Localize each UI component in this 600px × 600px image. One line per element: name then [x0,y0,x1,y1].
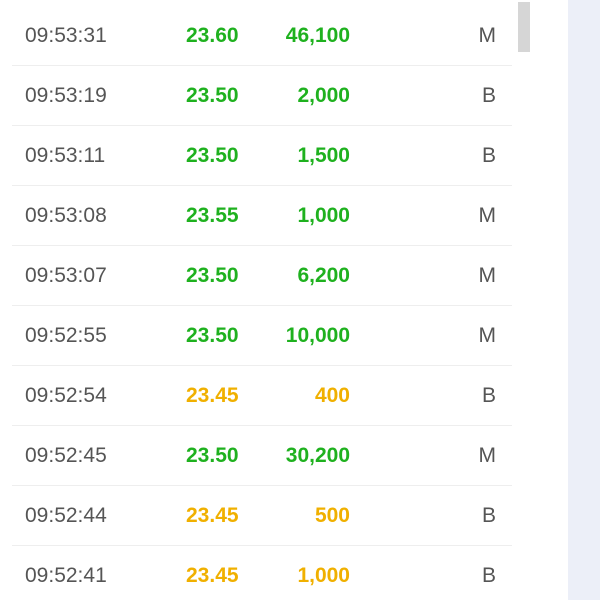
trade-time: 09:52:44 [25,504,107,527]
trade-row[interactable]: 09:53:19 23.50 2,000 B [12,66,512,126]
trade-time: 09:53:19 [25,84,107,107]
trade-volume: 1,000 [297,564,350,587]
trade-price: 23.60 [186,24,239,47]
trade-volume: 400 [314,384,350,407]
trade-list: 09:53:31 23.60 46,100 M 09:53:19 23.50 2… [12,6,512,600]
trade-side: B [481,504,496,527]
trade-price: 23.50 [186,144,239,167]
trade-row[interactable]: 09:52:55 23.50 10,000 M [12,306,512,366]
trade-side: M [478,204,497,227]
trade-price: 23.45 [186,564,239,587]
trade-volume: 1,000 [297,204,350,227]
trade-row[interactable]: 09:52:41 23.45 1,000 B [12,546,512,600]
side-panel [568,0,600,600]
trade-time: 09:52:41 [25,564,107,587]
trade-time: 09:53:07 [25,264,107,287]
trade-volume: 2,000 [297,84,350,107]
scrollbar[interactable] [516,0,532,600]
trade-row[interactable]: 09:53:08 23.55 1,000 M [12,186,512,246]
trade-price: 23.55 [186,204,239,227]
trade-volume: 10,000 [285,324,350,347]
trade-price: 23.45 [186,504,239,527]
trade-row[interactable]: 09:52:44 23.45 500 B [12,486,512,546]
trade-volume: 46,100 [285,24,350,47]
trade-row[interactable]: 09:53:11 23.50 1,500 B [12,126,512,186]
trade-volume: 30,200 [285,444,350,467]
trade-time: 09:53:11 [25,144,106,167]
trade-row[interactable]: 09:52:54 23.45 400 B [12,366,512,426]
trade-side: M [478,264,497,287]
trade-side: B [481,84,496,107]
trade-time: 09:53:31 [25,24,107,47]
trade-history-page: 09:53:31 23.60 46,100 M 09:53:19 23.50 2… [0,0,600,600]
scrollbar-thumb[interactable] [518,2,530,52]
trade-price: 23.50 [186,264,239,287]
trade-row[interactable]: 09:53:31 23.60 46,100 M [12,6,512,66]
trade-side: M [478,324,497,347]
trade-price: 23.50 [186,444,239,467]
trade-side: B [481,384,496,407]
trade-price: 23.50 [186,84,239,107]
trade-time: 09:53:08 [25,204,107,227]
trade-price: 23.50 [186,324,239,347]
trade-side: M [478,444,497,467]
trade-volume: 1,500 [297,144,350,167]
trade-price: 23.45 [186,384,239,407]
trade-row[interactable]: 09:53:07 23.50 6,200 M [12,246,512,306]
trade-time: 09:52:54 [25,384,107,407]
trade-time: 09:52:45 [25,444,107,467]
trade-side: M [478,24,497,47]
trade-volume: 6,200 [297,264,350,287]
trade-row[interactable]: 09:52:45 23.50 30,200 M [12,426,512,486]
trade-time: 09:52:55 [25,324,107,347]
trade-side: B [481,144,496,167]
trade-volume: 500 [314,504,350,527]
trade-side: B [481,564,496,587]
